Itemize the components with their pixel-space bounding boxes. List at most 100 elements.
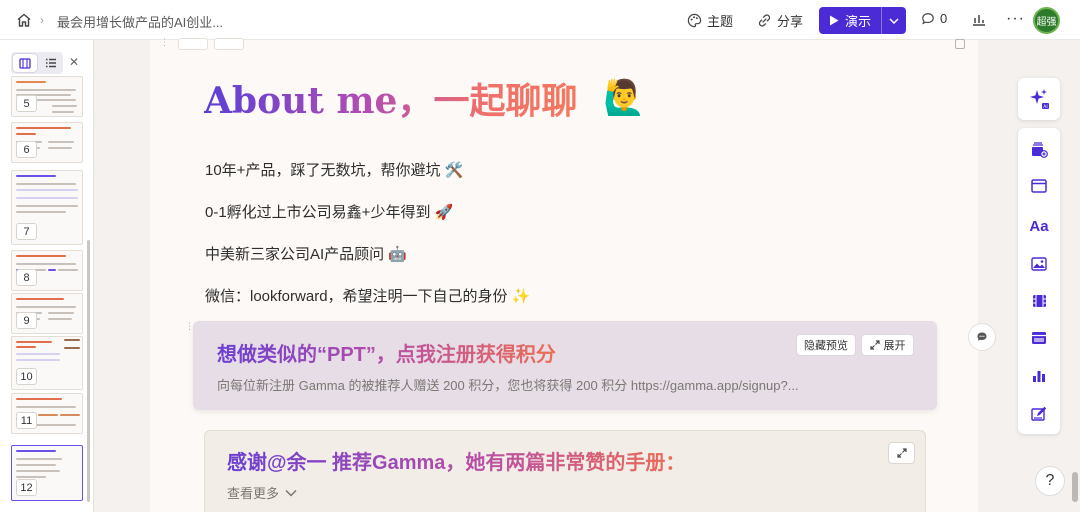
thumbnail-content bbox=[64, 339, 80, 341]
expand-label: 展开 bbox=[883, 340, 906, 352]
card-style-button[interactable] bbox=[178, 38, 208, 50]
slide-thumbnail[interactable]: 5 bbox=[11, 76, 83, 117]
thumbnail-scrollbar[interactable] bbox=[87, 240, 90, 502]
expand-icon bbox=[896, 448, 907, 458]
slide-thumbnail[interactable]: 7 bbox=[11, 170, 83, 245]
edit-button[interactable] bbox=[1029, 403, 1049, 423]
thumbnail-content bbox=[48, 312, 74, 314]
more-menu-button[interactable]: ··· bbox=[1006, 10, 1025, 28]
insert-toolbar: Aa bbox=[1018, 128, 1060, 434]
comment-icon bbox=[977, 332, 987, 341]
embed-title[interactable]: 想做类似的“PPT”，点我注册获得积分 bbox=[217, 338, 556, 367]
film-icon bbox=[1032, 295, 1046, 307]
thumbnail-content bbox=[16, 458, 62, 460]
hide-preview-button[interactable]: 隐藏预览 bbox=[796, 334, 856, 356]
thumbnail-content bbox=[16, 175, 56, 177]
thumbnail-content bbox=[16, 133, 36, 135]
comment-icon bbox=[922, 12, 934, 24]
avatar[interactable]: 超强 bbox=[1033, 7, 1060, 34]
filmstrip-view-button[interactable] bbox=[13, 54, 37, 72]
thumbnail-content bbox=[16, 189, 78, 191]
thumbnail-content bbox=[16, 353, 60, 355]
thumbnail-content bbox=[64, 347, 80, 349]
thumbnail-content bbox=[16, 359, 60, 361]
slide-number: 10 bbox=[16, 368, 37, 385]
theme-button[interactable]: 主题 bbox=[687, 11, 733, 30]
home-icon[interactable] bbox=[16, 12, 32, 28]
filmstrip-icon bbox=[19, 57, 31, 69]
expand-button[interactable] bbox=[888, 442, 915, 464]
embed-button[interactable] bbox=[1029, 328, 1049, 348]
thumbnail-content bbox=[16, 81, 46, 83]
thumbnail-content bbox=[16, 470, 60, 472]
stack-plus-icon bbox=[1032, 142, 1048, 158]
present-label: 演示 bbox=[845, 14, 872, 29]
slide-thumbnail[interactable]: 8 bbox=[11, 250, 83, 291]
expand-icon bbox=[869, 340, 880, 350]
card-settings-icon[interactable] bbox=[955, 39, 965, 49]
see-more-button[interactable]: 查看更多 bbox=[227, 483, 297, 502]
slide-thumbnail[interactable]: 6 bbox=[11, 122, 83, 163]
close-icon[interactable]: ✕ bbox=[69, 55, 79, 69]
bio-line: 中美新三家公司AI产品顾问 🤖 bbox=[205, 246, 408, 263]
bio-line: 0-1孵化过上市公司易鑫+少年得到 🚀 bbox=[205, 204, 454, 221]
card-ai-button[interactable] bbox=[214, 38, 244, 50]
slide-thumbnail[interactable]: 12 bbox=[11, 445, 83, 501]
help-button[interactable]: ? bbox=[1035, 466, 1065, 496]
thumbnail-content bbox=[52, 111, 74, 113]
present-main[interactable]: 演示 bbox=[819, 7, 881, 34]
text-style-button[interactable]: Aa bbox=[1029, 216, 1049, 236]
chart-button[interactable] bbox=[1029, 366, 1049, 386]
signup-link-embed[interactable]: 想做类似的“PPT”，点我注册获得积分 向每位新注册 Gamma 的被推荐人赠送… bbox=[193, 321, 937, 410]
thumbnail-content bbox=[16, 476, 46, 478]
present-button[interactable]: 演示 bbox=[819, 7, 906, 34]
slide-thumbnail[interactable]: 10 bbox=[11, 336, 83, 390]
thumbnail-content bbox=[16, 127, 71, 129]
doc-title[interactable]: 最会用增长做产品的AI创业... bbox=[57, 12, 223, 31]
play-icon bbox=[830, 15, 839, 26]
svg-text:AI: AI bbox=[1043, 104, 1047, 110]
thumbnail-content bbox=[16, 450, 56, 452]
thumbnail-content bbox=[16, 341, 52, 343]
present-dropdown[interactable] bbox=[882, 17, 906, 24]
top-bar: › 最会用增长做产品的AI创业... 主题 分享 演示 0 ··· 超强 bbox=[0, 0, 1080, 40]
thumbnail-content bbox=[16, 205, 78, 207]
image-icon bbox=[1031, 257, 1047, 271]
slide-number: 9 bbox=[16, 312, 37, 329]
more-icon: ··· bbox=[1006, 10, 1025, 27]
page-scrollbar[interactable] bbox=[1072, 472, 1078, 502]
thumbnail-content bbox=[60, 414, 80, 416]
thumbnail-content bbox=[16, 263, 76, 265]
video-button[interactable] bbox=[1029, 291, 1049, 311]
thumbnail-content bbox=[52, 105, 77, 107]
share-label: 分享 bbox=[777, 14, 804, 29]
add-card-button[interactable] bbox=[1029, 140, 1049, 160]
add-comment-button[interactable] bbox=[968, 323, 996, 351]
view-toggle bbox=[11, 52, 63, 74]
ai-assistant-button[interactable]: AI bbox=[1018, 78, 1060, 120]
thumbnail-content bbox=[48, 147, 72, 149]
bio-line: 10年+产品，踩了无数坑，帮你避坑 🛠️ bbox=[205, 162, 464, 179]
title-emoji: 🙋‍♂️ bbox=[603, 79, 646, 117]
chevron-down-icon bbox=[285, 489, 297, 497]
slide-thumbnail[interactable]: 9 bbox=[11, 293, 83, 334]
slide-thumbnail[interactable]: 11 bbox=[11, 393, 83, 434]
image-button[interactable] bbox=[1029, 254, 1049, 274]
drag-handle-icon[interactable]: ⋮ bbox=[160, 38, 169, 47]
thumbnail-content bbox=[16, 211, 66, 213]
layout-button[interactable] bbox=[1029, 176, 1049, 196]
list-view-button[interactable] bbox=[39, 52, 63, 74]
text-format-icon: Aa bbox=[1029, 217, 1049, 235]
slide-number: 11 bbox=[16, 412, 37, 429]
thumbnail-content bbox=[16, 346, 36, 348]
see-more-label: 查看更多 bbox=[227, 486, 280, 501]
thumbnail-content bbox=[16, 298, 64, 300]
thumbnail-content bbox=[48, 141, 74, 143]
comments-button[interactable]: 0 bbox=[921, 11, 947, 26]
expand-button[interactable]: 展开 bbox=[861, 334, 914, 356]
analytics-button[interactable] bbox=[972, 13, 986, 26]
thanks-embed[interactable]: 感谢@余一 推荐Gamma，她有两篇非常赞的手册： 查看更多 bbox=[204, 430, 926, 512]
share-button[interactable]: 分享 bbox=[757, 11, 803, 30]
question-icon: ? bbox=[1045, 472, 1055, 489]
thumbnail-content bbox=[58, 269, 78, 271]
